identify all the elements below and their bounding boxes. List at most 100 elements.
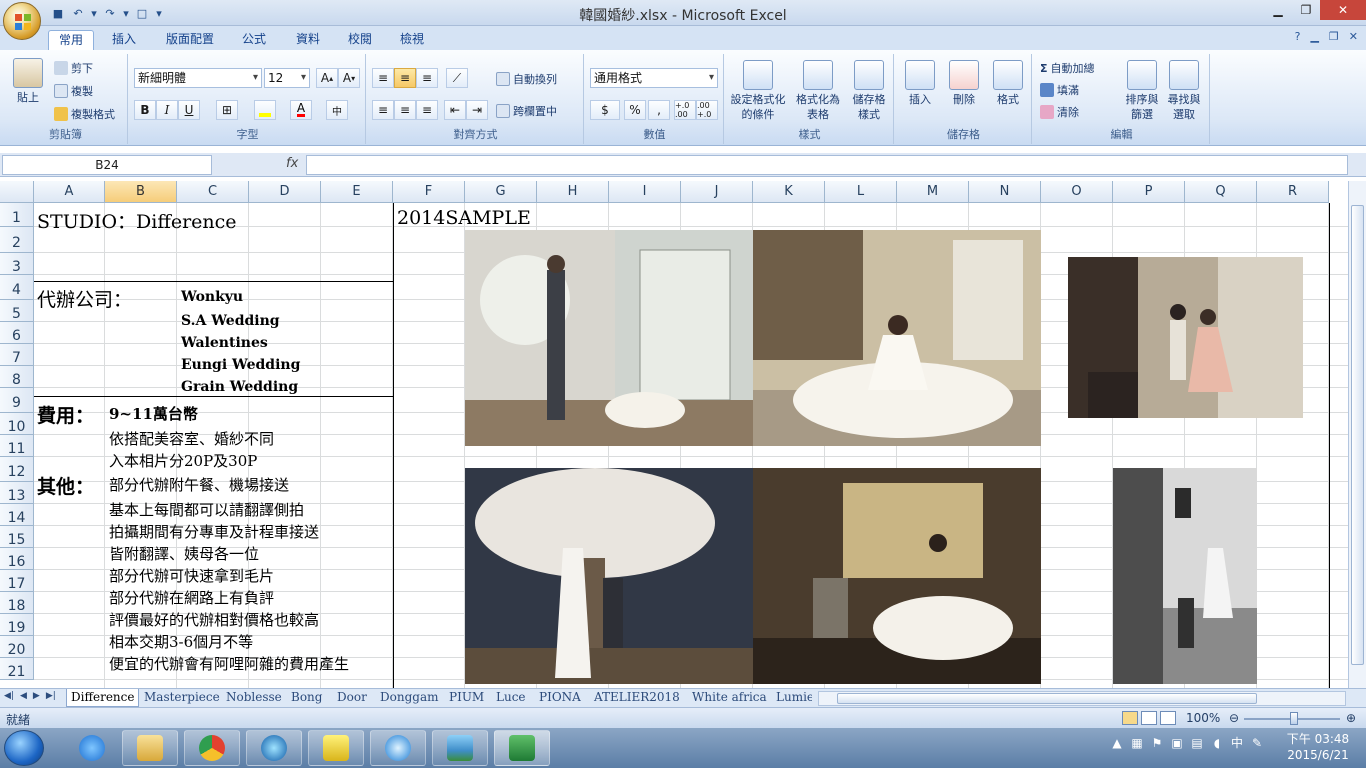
bold-button[interactable]: B	[134, 100, 156, 120]
font-color-button[interactable]: A	[290, 100, 312, 120]
tab-data[interactable]: 資料	[286, 30, 330, 50]
office-button[interactable]	[3, 2, 41, 40]
cut-button[interactable]: 剪下	[54, 60, 93, 76]
name-box[interactable]: B24	[2, 155, 212, 175]
taskbar-pin-app[interactable]	[308, 730, 364, 766]
number-format-select[interactable]: 通用格式	[590, 68, 718, 88]
tab-review[interactable]: 校閱	[338, 30, 382, 50]
column-header-r[interactable]: R	[1257, 181, 1329, 203]
insert-function-icon[interactable]: fx	[286, 156, 298, 171]
taskbar-internet-explorer[interactable]	[64, 730, 120, 766]
font-size-select[interactable]: 12	[264, 68, 310, 88]
sheet-tab-white-africa[interactable]: White africa	[688, 689, 771, 707]
taskbar-excel[interactable]	[494, 730, 550, 766]
row-header-11[interactable]: 11	[0, 435, 34, 457]
row-header-6[interactable]: 6	[0, 322, 34, 344]
page-layout-view-icon[interactable]	[1141, 711, 1157, 725]
fill-button[interactable]: 填滿	[1040, 82, 1079, 98]
decrease-decimal-button[interactable]: .00 +.0	[696, 100, 718, 120]
next-sheet-icon[interactable]: ▶	[33, 691, 40, 701]
align-left-button[interactable]: ≡	[372, 100, 394, 120]
row-header-20[interactable]: 20	[0, 636, 34, 658]
shrink-font-button[interactable]: A ▾	[338, 68, 360, 88]
tray-device-icon[interactable]: ▣	[1170, 736, 1184, 750]
format-painter-button[interactable]: 複製格式	[54, 106, 115, 122]
borders-button[interactable]: ⊞	[216, 100, 238, 120]
row-header-12[interactable]: 12	[0, 457, 34, 482]
column-header-i[interactable]: I	[609, 181, 681, 203]
autosum-button[interactable]: Σ 自動加總	[1040, 60, 1095, 76]
increase-indent-button[interactable]: ⇥	[466, 100, 488, 120]
taskbar-itunes[interactable]	[370, 730, 426, 766]
row-header-10[interactable]: 10	[0, 413, 34, 435]
column-header-l[interactable]: L	[825, 181, 897, 203]
column-header-p[interactable]: P	[1113, 181, 1185, 203]
prev-sheet-icon[interactable]: ◀	[20, 691, 27, 701]
delete-cells-button[interactable]: 刪除	[944, 60, 984, 107]
start-button[interactable]	[4, 730, 44, 766]
vertical-scroll-thumb[interactable]	[1351, 205, 1364, 665]
zoom-in-icon[interactable]: ⊕	[1346, 711, 1356, 725]
format-cells-button[interactable]: 格式	[988, 60, 1028, 107]
tab-view[interactable]: 檢視	[390, 30, 434, 50]
wedding-photo-6[interactable]	[1113, 468, 1257, 684]
font-name-select[interactable]: 新細明體	[134, 68, 262, 88]
sheet-tab-bong[interactable]: Bong	[287, 689, 326, 707]
tab-insert[interactable]: 插入	[102, 30, 146, 50]
sheet-tab-door[interactable]: Door	[333, 689, 371, 707]
wedding-photo-4[interactable]	[465, 468, 753, 684]
clear-button[interactable]: 清除	[1040, 104, 1079, 120]
column-header-g[interactable]: G	[465, 181, 537, 203]
ribbon-close-icon[interactable]: ✕	[1349, 30, 1358, 43]
tray-language[interactable]: 中	[1230, 736, 1244, 750]
wedding-photo-1[interactable]	[465, 230, 753, 446]
orientation-button[interactable]: ⟋	[446, 68, 468, 88]
column-header-m[interactable]: M	[897, 181, 969, 203]
zoom-slider-knob[interactable]	[1290, 712, 1298, 725]
tab-home[interactable]: 常用	[48, 30, 95, 50]
column-header-a[interactable]: A	[34, 181, 105, 203]
restore-button[interactable]: ❐	[1292, 0, 1320, 20]
column-header-o[interactable]: O	[1041, 181, 1113, 203]
vertical-scrollbar[interactable]	[1348, 181, 1366, 688]
sheet-tab-masterpiece[interactable]: Masterpiece	[140, 689, 224, 707]
insert-cells-button[interactable]: 插入	[900, 60, 940, 107]
copy-button[interactable]: 複製	[54, 83, 93, 99]
underline-button[interactable]: U	[178, 100, 200, 120]
tray-ime-icon[interactable]: ✎	[1250, 736, 1264, 750]
wedding-photo-3[interactable]	[1068, 257, 1303, 418]
percent-button[interactable]: %	[624, 100, 646, 120]
sheet-tab-lumie[interactable]: Lumie	[772, 689, 812, 707]
tray-network-icon[interactable]: ▦	[1130, 736, 1144, 750]
column-header-c[interactable]: C	[177, 181, 249, 203]
ribbon-minimize-icon[interactable]: ▁	[1310, 30, 1318, 43]
tray-flag-icon[interactable]: ⚑	[1150, 736, 1164, 750]
row-header-17[interactable]: 17	[0, 570, 34, 592]
row-header-9[interactable]: 9	[0, 388, 34, 413]
column-header-e[interactable]: E	[321, 181, 393, 203]
column-header-k[interactable]: K	[753, 181, 825, 203]
align-middle-button[interactable]: ≡	[394, 68, 416, 88]
align-center-button[interactable]: ≡	[394, 100, 416, 120]
align-bottom-button[interactable]: ≡	[416, 68, 438, 88]
row-header-1[interactable]: 1	[0, 203, 34, 227]
row-header-2[interactable]: 2	[0, 227, 34, 253]
row-header-19[interactable]: 19	[0, 614, 34, 636]
row-header-15[interactable]: 15	[0, 526, 34, 548]
currency-button[interactable]: $	[590, 100, 620, 120]
conditional-format-button[interactable]: 設定格式化 的條件	[728, 60, 788, 122]
taskbar-photo-viewer[interactable]	[432, 730, 488, 766]
column-header-j[interactable]: J	[681, 181, 753, 203]
format-as-table-button[interactable]: 格式化為 表格	[790, 60, 846, 122]
taskbar-media-player[interactable]	[246, 730, 302, 766]
phonetic-button[interactable]: 中	[326, 100, 348, 120]
wedding-photo-2[interactable]	[753, 230, 1041, 446]
cell-styles-button[interactable]: 儲存格 樣式	[844, 60, 894, 122]
close-button[interactable]: ✕	[1320, 0, 1366, 20]
tab-formulas[interactable]: 公式	[232, 30, 276, 50]
formula-input[interactable]	[306, 155, 1348, 175]
tab-page-layout[interactable]: 版面配置	[156, 30, 224, 50]
help-icon[interactable]: ?	[1295, 30, 1301, 43]
zoom-out-icon[interactable]: ⊖	[1229, 711, 1239, 725]
sheet-tab-pium[interactable]: PIUM	[445, 689, 488, 707]
